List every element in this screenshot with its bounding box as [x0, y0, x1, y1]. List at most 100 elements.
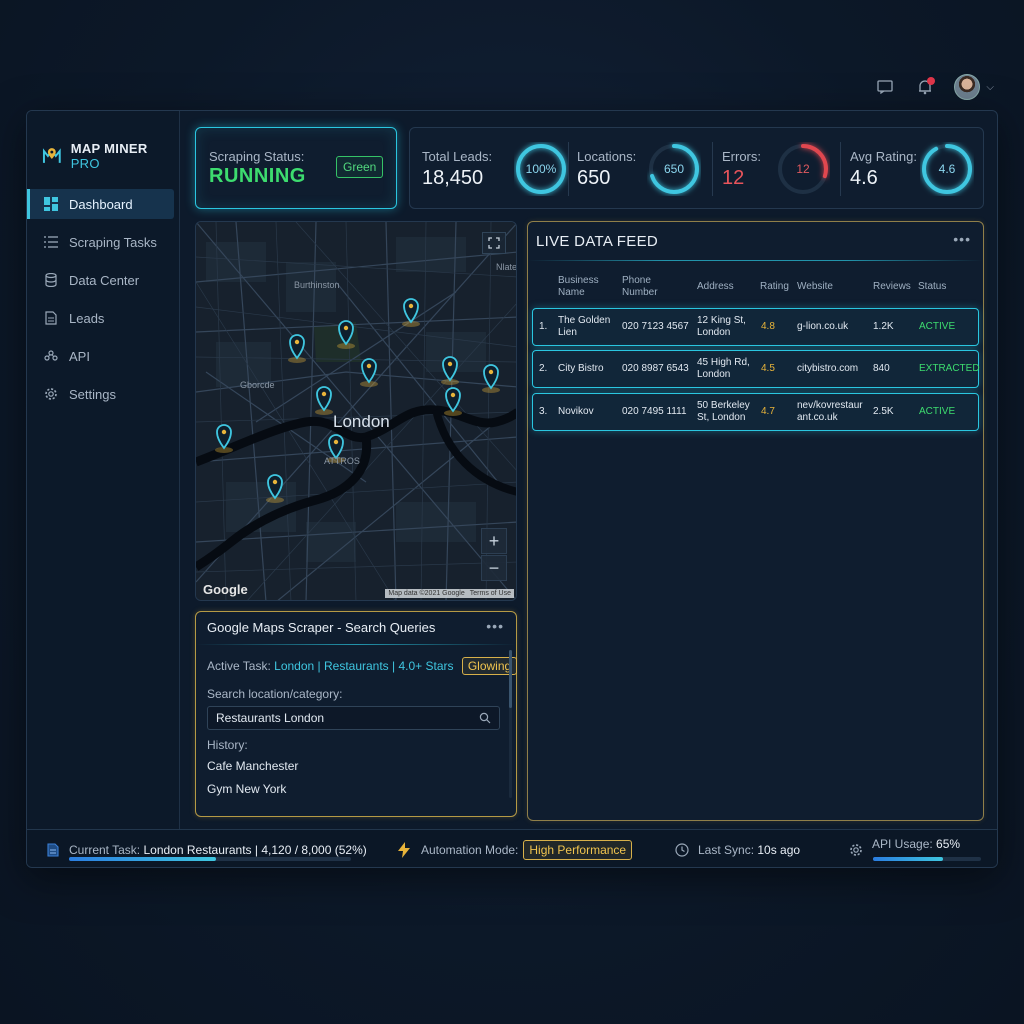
status-label: Scraping Status: — [209, 149, 305, 164]
history-item[interactable]: Cafe Manchester — [207, 759, 298, 773]
last-sync: Last Sync: 10s ago — [675, 830, 801, 867]
cell-rating: 4.8 — [761, 321, 775, 332]
column-header[interactable]: Reviews — [873, 270, 923, 304]
zoom-in-button[interactable]: + — [481, 528, 507, 554]
metric-divider — [712, 142, 713, 196]
cell-business-name: City Bistro — [558, 363, 604, 374]
sidebar-item-leads[interactable]: Leads — [27, 303, 174, 333]
table-row[interactable]: 2. City Bistro 020 8987 6543 45 High Rd,… — [532, 350, 980, 388]
metric-total-leads: Total Leads: 18,450 100% — [422, 128, 566, 210]
panel-title: LIVE DATA FEED — [536, 233, 659, 250]
history-item[interactable]: Gym New York — [207, 782, 286, 796]
metric-value: 4.6 — [850, 167, 878, 189]
search-input-value: Restaurants London — [216, 711, 325, 725]
table-row[interactable]: 1. The Golden Lien 020 7123 4567 12 King… — [532, 308, 979, 346]
more-options-icon[interactable]: ••• — [953, 231, 971, 247]
sidebar-nav: Dashboard Scraping Tasks Data Center Lea… — [27, 189, 180, 417]
current-task-label: Current Task: — [69, 843, 141, 857]
column-header[interactable]: Address — [697, 270, 747, 304]
cell-status: EXTRACTED — [919, 363, 980, 374]
current-task: Current Task: London Restaurants | 4,120… — [47, 830, 367, 867]
sidebar-item-data-center[interactable]: Data Center — [27, 265, 174, 295]
more-options-icon[interactable]: ••• — [486, 618, 504, 634]
zoom-out-button[interactable]: − — [481, 555, 507, 581]
ring-text: 650 — [663, 162, 685, 176]
automation-mode-badge[interactable]: High Performance — [523, 840, 633, 860]
row-number: 1. — [539, 321, 548, 332]
gear-icon — [850, 844, 862, 856]
cell-phone: 020 7123 4567 — [622, 321, 689, 332]
scrollbar-thumb[interactable] — [509, 650, 512, 708]
sidebar-item-label: Settings — [69, 386, 116, 402]
cell-reviews: 840 — [873, 363, 890, 374]
app-window: MAP MINER PRO Dashboard Scraping Tasks D… — [26, 110, 998, 868]
divider — [196, 644, 516, 645]
search-label: Search location/category: — [207, 687, 343, 701]
column-header[interactable]: Rating — [760, 270, 800, 304]
cell-address: 45 High Rd, London — [697, 357, 750, 380]
lightning-icon — [398, 842, 410, 858]
avatar[interactable] — [954, 74, 981, 100]
sidebar-item-api[interactable]: API — [27, 341, 174, 371]
sidebar: MAP MINER PRO Dashboard Scraping Tasks D… — [27, 111, 180, 829]
document-icon — [43, 310, 59, 326]
scraping-status-card: Scraping Status: RUNNING Green — [195, 127, 397, 209]
map-label: Burthinston — [294, 280, 340, 290]
search-icon[interactable] — [479, 712, 491, 724]
sidebar-item-label: API — [69, 348, 90, 364]
map-label: ATTROS — [324, 456, 360, 466]
automation-mode: Automation Mode: High Performance — [397, 830, 633, 867]
sidebar-item-label: Scraping Tasks — [69, 234, 157, 250]
current-task-value: London Restaurants | 4,120 / 8,000 (52%) — [143, 843, 367, 857]
cell-status: ACTIVE — [919, 321, 956, 332]
panel-title: Google Maps Scraper - Search Queries — [207, 620, 436, 635]
status-bar: Current Task: London Restaurants | 4,120… — [27, 829, 997, 867]
cell-website[interactable]: nev/kovrestaurant.co.uk — [797, 394, 867, 430]
cell-website[interactable]: citybistro.com — [797, 351, 869, 387]
metric-label: Avg Rating: — [850, 149, 917, 164]
active-task-value: London | Restaurants | 4.0+ Stars — [274, 659, 454, 673]
notification-dot — [927, 77, 936, 85]
map-view[interactable]: Burthinston Gborcde Nlate ATTROS London … — [195, 221, 517, 601]
history-label: History: — [207, 738, 248, 752]
ring-text: 4.6 — [938, 162, 956, 176]
search-input[interactable]: Restaurants London — [207, 706, 500, 730]
column-header[interactable]: Business Name — [558, 270, 608, 304]
column-header[interactable]: Website — [797, 270, 847, 304]
sidebar-item-settings[interactable]: Settings — [27, 379, 174, 409]
cell-address: 50 Berkeley St, London — [697, 400, 750, 423]
chevron-down-icon[interactable]: ⌵ — [986, 82, 994, 93]
scrollbar[interactable] — [509, 650, 512, 798]
metrics-bar: Total Leads: 18,450 100% Locations: 650 … — [409, 127, 984, 209]
cell-website[interactable]: g-lion.co.uk — [797, 309, 869, 345]
metric-value: 12 — [722, 167, 745, 189]
column-header[interactable]: Status — [918, 270, 968, 304]
metric-locations: Locations: 650 650 — [577, 128, 707, 210]
brand-name: MAP MINER PRO — [70, 141, 148, 171]
ring-text: 100% — [525, 162, 557, 176]
cell-address: 12 King St, London — [697, 315, 746, 338]
last-sync-value: 10s ago — [757, 843, 801, 857]
map-label: Gborcde — [240, 380, 275, 390]
google-logo: Google — [203, 582, 248, 597]
task-doc-icon — [47, 843, 59, 857]
metric-label: Locations: — [577, 149, 637, 164]
sidebar-item-scraping-tasks[interactable]: Scraping Tasks — [27, 227, 174, 257]
terms-link[interactable]: Terms of Use — [470, 590, 511, 597]
bell-icon[interactable] — [914, 76, 936, 98]
database-icon — [43, 272, 59, 288]
column-header[interactable]: Phone Number — [622, 270, 672, 304]
cell-business-name: The Golden Lien — [558, 315, 611, 338]
table-header: Business Name Phone Number Address Ratin… — [528, 270, 983, 304]
attribution-text: Map data ©2021 Google — [388, 590, 465, 597]
chat-icon[interactable] — [874, 76, 896, 98]
dashboard-icon — [43, 196, 59, 212]
active-task-label: Active Task: — [207, 659, 271, 673]
ring-text: 12 — [796, 162, 810, 176]
cell-reviews: 1.2K — [873, 321, 894, 332]
task-progress-fill — [69, 857, 216, 861]
fullscreen-icon[interactable] — [482, 232, 506, 254]
table-row[interactable]: 3. Novikov 020 7495 1111 50 Berkeley St,… — [532, 393, 979, 431]
sidebar-item-dashboard[interactable]: Dashboard — [27, 189, 174, 219]
cell-rating: 4.7 — [761, 406, 775, 417]
